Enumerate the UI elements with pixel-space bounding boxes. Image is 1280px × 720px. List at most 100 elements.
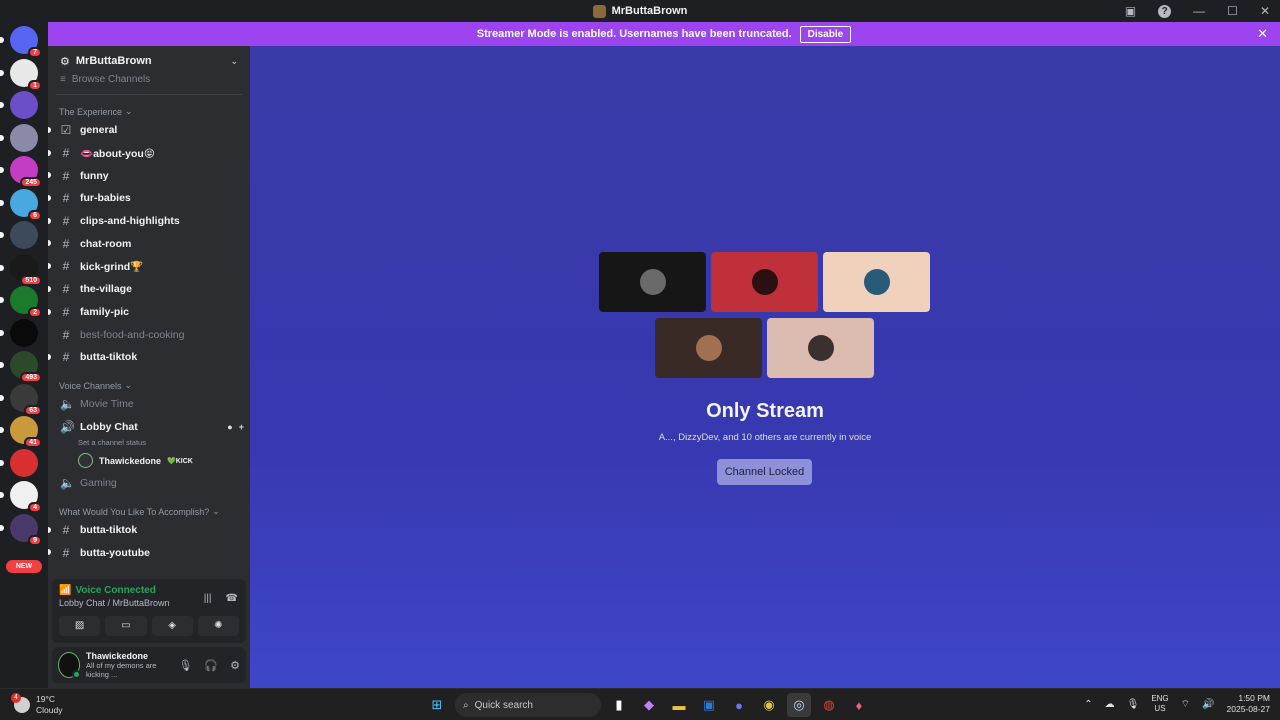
server-rail: 7 1 245 6 510 2 493 63 41 4 9 <box>0 22 48 688</box>
weather-widget[interactable]: 4 19°C Cloudy <box>11 693 63 716</box>
server-icon[interactable] <box>0 318 38 347</box>
invite-icon[interactable]: + <box>239 422 244 432</box>
server-icon[interactable] <box>0 448 38 477</box>
participant-tile[interactable] <box>599 252 706 312</box>
voice-channel-movie-time[interactable]: 🔈 Movie Time <box>48 393 250 416</box>
channel-item[interactable]: ☑ general <box>48 119 250 142</box>
server-icon[interactable]: 493 <box>0 351 42 383</box>
server-icon <box>592 4 606 18</box>
windows-start-icon[interactable]: ⊞ <box>425 693 449 717</box>
disable-button[interactable]: Disable <box>799 25 852 43</box>
time: 1:50 PM <box>1238 693 1270 703</box>
maximize-button[interactable]: ☐ <box>1227 4 1238 18</box>
channel-item[interactable]: # kick-grind🏆 <box>48 255 250 278</box>
minimize-button[interactable]: — <box>1193 4 1205 18</box>
channel-name: general <box>80 124 118 137</box>
server-icon[interactable]: 510 <box>0 253 42 286</box>
hash-icon: # <box>62 146 70 161</box>
gear-icon[interactable]: ⚙ <box>230 659 240 672</box>
noise-suppression-icon[interactable]: ||| <box>204 593 212 604</box>
discord-taskbar-icon[interactable]: ● <box>727 693 751 717</box>
server-icon[interactable] <box>0 91 38 119</box>
weather-desc: Cloudy <box>36 705 63 715</box>
server-icon[interactable]: 9 <box>0 513 42 546</box>
participant-tile[interactable] <box>767 318 874 378</box>
server-icon[interactable]: 41 <box>0 416 42 448</box>
server-icon[interactable]: 63 <box>0 383 42 416</box>
chrome-icon[interactable]: ◉ <box>757 693 781 717</box>
server-icon[interactable]: 245 <box>0 156 42 188</box>
server-icon[interactable] <box>0 221 38 249</box>
volume-icon[interactable]: 🔊 <box>1202 699 1214 710</box>
outlook-icon[interactable]: ▣ <box>697 693 721 717</box>
participant-tile[interactable] <box>711 252 818 312</box>
category-goals[interactable]: What Would You Like To Accomplish? ⌄ <box>48 495 250 519</box>
copilot-icon[interactable]: ◆ <box>637 693 661 717</box>
screen-share-button[interactable]: ▭ <box>105 616 147 636</box>
home-button[interactable]: 7 <box>0 26 42 58</box>
channel-item[interactable]: # the-village <box>48 278 250 301</box>
unread-indicator <box>0 459 4 466</box>
search-box[interactable]: ⌕ Quick search <box>455 693 601 717</box>
clock[interactable]: 1:50 PM 2025-08-27 <box>1227 693 1270 715</box>
close-window-button[interactable]: ✕ <box>1260 4 1270 18</box>
channel-butta-youtube[interactable]: # butta-youtube <box>48 541 250 564</box>
inbox-icon[interactable]: ▣ <box>1125 4 1136 18</box>
help-icon[interactable]: ? <box>1158 4 1172 18</box>
file-explorer-icon[interactable]: ▬ <box>667 693 691 717</box>
wifi-icon[interactable]: ⌔ <box>1181 698 1190 711</box>
user-name[interactable]: Thawickedone <box>86 651 172 661</box>
server-icon[interactable] <box>0 123 38 152</box>
channel-item[interactable]: # family-pic <box>48 301 250 324</box>
language-indicator[interactable]: ENG US <box>1151 694 1168 714</box>
participant-tile[interactable] <box>823 252 930 312</box>
category-the-experience[interactable]: The Experience ⌄ <box>48 95 250 119</box>
server-icon[interactable]: 4 <box>0 481 42 513</box>
channel-item[interactable]: # fur-babies <box>48 187 250 210</box>
participant-tile[interactable] <box>655 318 762 378</box>
microphone-icon[interactable]: 🎙 <box>178 659 192 672</box>
activity-button[interactable]: ◈ <box>151 616 193 636</box>
soundboard-button[interactable]: ✺ <box>197 616 239 636</box>
microphone-tray-icon[interactable]: 🎙 <box>1127 699 1140 710</box>
app-icon[interactable]: ◍ <box>817 693 841 717</box>
server-icon[interactable]: 2 <box>0 286 42 318</box>
stage-view: Only Stream A..., DizzyDev, and 10 other… <box>250 46 1280 688</box>
camera-off-button[interactable]: ▨ <box>59 616 101 636</box>
hash-icon: # <box>62 214 70 229</box>
streamer-mode-notice: Streamer Mode is enabled. Usernames have… <box>48 22 1280 46</box>
voice-user[interactable]: Thawickedone 💚KICK <box>48 450 250 472</box>
server-icon[interactable]: 1 <box>0 58 42 91</box>
task-view-icon[interactable]: ▮ <box>607 693 631 717</box>
unread-indicator <box>0 524 4 531</box>
chat-bubble-icon[interactable]: ● <box>227 422 232 432</box>
chevron-up-icon[interactable]: ⌃ <box>1084 699 1092 710</box>
steam-icon[interactable]: ◎ <box>787 693 811 717</box>
channel-item[interactable]: # best-food-and-cooking <box>48 323 250 346</box>
channel-butta-tiktok[interactable]: # butta-tiktok <box>48 519 250 542</box>
channel-item[interactable]: # chat-room <box>48 232 250 255</box>
pin-icon[interactable]: ♦ <box>847 693 871 717</box>
server-avatar-icon <box>10 448 38 477</box>
channel-item[interactable]: # clips-and-highlights <box>48 210 250 233</box>
disconnect-icon[interactable]: ☎ <box>226 593 238 604</box>
channel-item[interactable]: # funny <box>48 164 250 187</box>
avatar[interactable] <box>58 652 81 679</box>
category-voice-channels[interactable]: Voice Channels ⌄ <box>48 369 250 393</box>
server-icon[interactable]: 6 <box>0 188 42 221</box>
network-icon[interactable]: ☁ <box>1105 699 1115 710</box>
title-bar: MrButtaBrown ▣ ? — ☐ ✕ <box>0 0 1280 22</box>
browse-channels[interactable]: ≡ Browse Channels <box>48 72 250 86</box>
channel-locked-button[interactable]: Channel Locked <box>717 459 812 485</box>
channel-status[interactable]: Set a channel status <box>48 438 250 450</box>
channel-name: clips-and-highlights <box>80 215 180 228</box>
chevron-down-icon: ⌄ <box>230 55 238 66</box>
channel-item[interactable]: # 👄about-you😝 <box>48 142 250 165</box>
voice-channel-lobby-chat[interactable]: 🔊 Lobby Chat ● + <box>48 415 250 438</box>
close-icon[interactable]: ✕ <box>1257 26 1268 42</box>
channel-item[interactable]: # butta-tiktok <box>48 346 250 369</box>
voice-channel-gaming[interactable]: 🔈 Gaming <box>48 472 250 495</box>
headphones-icon[interactable]: 🎧 <box>204 659 218 672</box>
channel-name: butta-tiktok <box>80 523 138 536</box>
rules-icon: ☑ <box>60 123 72 138</box>
